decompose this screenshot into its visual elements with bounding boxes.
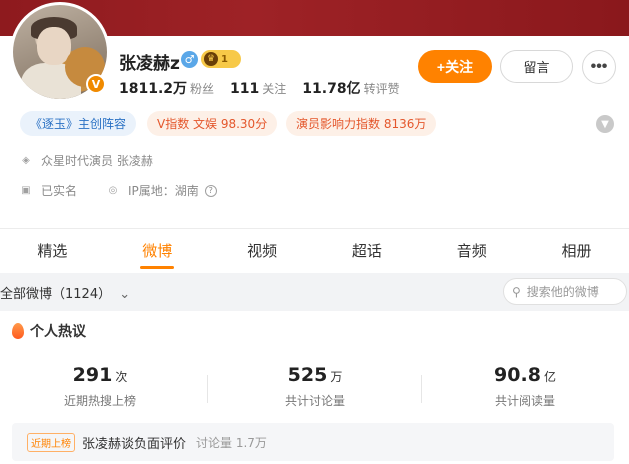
hot-topic-item[interactable]: 近期上榜 张凌赫谈负面评价 讨论量 1.7万 — [12, 423, 614, 461]
metric-unit: 亿 — [543, 370, 556, 384]
hot-section-title: 个人热议 — [12, 321, 86, 341]
metric-label: 共计阅读量 — [494, 394, 555, 408]
chevron-down-icon[interactable]: ▼ — [596, 115, 614, 133]
metric-label: 共计讨论量 — [284, 394, 345, 408]
male-icon: ♂ — [181, 51, 198, 68]
divider — [421, 375, 422, 403]
stat-label: 转评赞 — [363, 82, 400, 96]
tag-influence-index[interactable]: 演员影响力指数 8136万 — [286, 111, 437, 136]
more-options-button[interactable]: ••• — [582, 50, 616, 84]
tab-video[interactable]: 视频 — [210, 229, 315, 273]
metric-reads: 90.8 亿 共计阅读量 — [460, 364, 590, 409]
company-info: ◈ 众星时代演员 张凌赫 — [20, 152, 153, 169]
profile-name: 张凌赫z — [119, 54, 180, 74]
metric-value: 525 — [287, 364, 328, 386]
hot-badge: 近期上榜 — [27, 432, 75, 452]
metric-label: 近期热搜上榜 — [63, 394, 136, 408]
flame-icon — [12, 323, 24, 339]
identity-info: ▣ 已实名 ◎ IP属地：湖南 ? — [20, 182, 217, 199]
tag-drama[interactable]: 《逐玉》主创阵容 — [20, 111, 137, 136]
vip-badge[interactable]: ♛ 1 — [201, 50, 241, 68]
stat-following[interactable]: 111 关注 — [230, 78, 286, 97]
id-card-icon: ▣ — [21, 185, 31, 196]
stat-value: 11.78亿 — [302, 81, 361, 97]
metric-hot-search: 291 次 近期热搜上榜 — [40, 364, 160, 409]
stat-likes[interactable]: 11.78亿 转评赞 — [302, 78, 399, 98]
crown-icon: ♛ — [204, 52, 218, 66]
location-icon: ◎ — [108, 185, 118, 196]
message-button[interactable]: 留言 — [500, 50, 573, 83]
filter-dropdown[interactable]: 全部微博（1124） ⌄ — [0, 283, 130, 302]
search-input[interactable]: ⚲ 搜索他的微博 — [503, 278, 627, 305]
tab-weibo[interactable]: 微博 — [105, 229, 210, 273]
metric-value: 291 — [72, 364, 113, 386]
chevron-down-icon: ⌄ — [119, 287, 131, 302]
search-placeholder: 搜索他的微博 — [526, 285, 599, 299]
tag-v-index[interactable]: V指数 文娱 98.30分 — [147, 111, 278, 136]
verified-icon: V — [86, 74, 106, 94]
metric-value: 90.8 — [494, 364, 541, 386]
real-name-text: 已实名 — [41, 184, 78, 198]
help-icon[interactable]: ? — [204, 184, 217, 197]
divider — [207, 375, 208, 403]
ip-text: IP属地：湖南 — [128, 184, 199, 198]
profile-tabs: 精选 微博 视频 超话 音频 相册 — [0, 229, 629, 273]
tab-audio[interactable]: 音频 — [419, 229, 524, 273]
search-icon: ⚲ — [512, 284, 521, 299]
tab-supertopic[interactable]: 超话 — [314, 229, 419, 273]
stat-value: 1811.2万 — [119, 81, 188, 97]
stat-followers[interactable]: 1811.2万 粉丝 — [119, 78, 214, 98]
stat-label: 粉丝 — [190, 82, 215, 96]
stat-label: 关注 — [262, 82, 287, 96]
tab-featured[interactable]: 精选 — [0, 229, 105, 273]
follow-button[interactable]: +关注 — [418, 50, 492, 83]
hot-topic-text: 张凌赫谈负面评价 — [82, 436, 187, 452]
hot-topic-count: 讨论量 1.7万 — [196, 435, 267, 450]
profile-stats: 1811.2万 粉丝 111 关注 11.78亿 转评赞 — [119, 78, 400, 98]
ip-location: ◎ IP属地：湖南 ? — [107, 182, 217, 199]
shield-icon: ◈ — [22, 155, 30, 166]
hot-title-text: 个人热议 — [30, 324, 86, 340]
metric-unit: 次 — [115, 370, 128, 384]
metric-unit: 万 — [330, 370, 343, 384]
stat-value: 111 — [230, 81, 260, 97]
filter-label: 全部微博（1124） — [0, 287, 112, 302]
vip-level: 1 — [221, 53, 228, 65]
metric-discussion: 525 万 共计讨论量 — [250, 364, 380, 409]
company-text: 众星时代演员 张凌赫 — [41, 154, 153, 168]
filter-bar: 全部微博（1124） ⌄ ⚲ 搜索他的微博 — [0, 273, 629, 311]
tab-album[interactable]: 相册 — [524, 229, 629, 273]
